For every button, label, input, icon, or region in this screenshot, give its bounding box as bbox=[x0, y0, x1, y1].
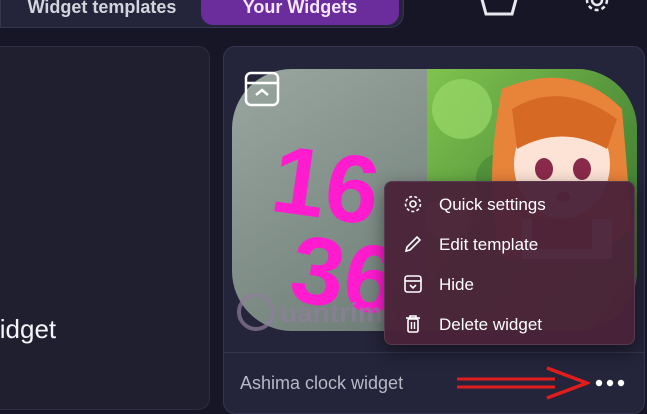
widget-card-left[interactable]: widget bbox=[0, 46, 210, 410]
gear-icon bbox=[404, 195, 422, 213]
widget-name: Ashima clock widget bbox=[240, 373, 404, 393]
hide-icon bbox=[404, 275, 422, 293]
menu-item-label: Delete widget bbox=[439, 315, 543, 334]
menu-item-edit-template[interactable]: Edit template bbox=[385, 224, 634, 264]
menu-item-label: Edit template bbox=[439, 235, 539, 254]
more-options-icon[interactable] bbox=[592, 369, 628, 397]
tab-bar: Widget templates Your Widgets bbox=[0, 0, 404, 28]
tab-widget-templates[interactable]: Widget templates bbox=[9, 0, 195, 25]
context-menu: Quick settings Edit template Hide Delete… bbox=[384, 181, 635, 345]
widget-type-icon bbox=[244, 71, 280, 107]
menu-item-label: Hide bbox=[439, 275, 474, 294]
settings-icon[interactable] bbox=[582, 0, 612, 18]
menu-item-delete-widget[interactable]: Delete widget bbox=[385, 304, 634, 344]
watermark-logo: uantrimang bbox=[237, 293, 406, 331]
card-divider bbox=[224, 352, 644, 353]
tab-your-widgets[interactable]: Your Widgets bbox=[201, 0, 399, 25]
bucket-icon[interactable] bbox=[476, 0, 522, 20]
menu-item-hide[interactable]: Hide bbox=[385, 264, 634, 304]
pencil-icon bbox=[404, 235, 422, 253]
menu-item-quick-settings[interactable]: Quick settings bbox=[385, 184, 634, 224]
left-card-title: widget bbox=[0, 314, 57, 344]
annotation-arrow-icon bbox=[457, 366, 590, 400]
menu-item-label: Quick settings bbox=[439, 195, 546, 214]
trash-icon bbox=[406, 315, 420, 333]
